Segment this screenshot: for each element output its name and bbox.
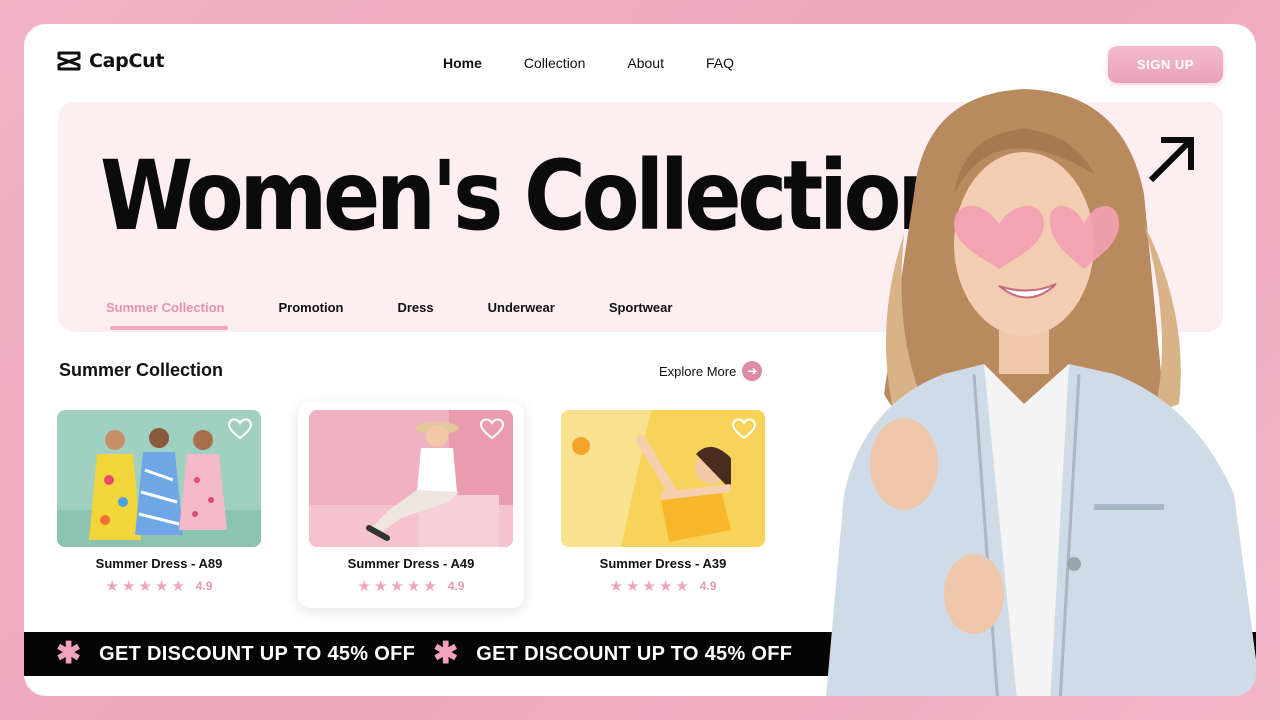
collection-tabs: Summer Collection Promotion Dress Underw… — [106, 300, 726, 330]
heart-icon[interactable] — [228, 418, 252, 440]
product-card[interactable]: Summer Dress - A89 ★ ★ ★ ★ ★ 4.9 — [46, 402, 272, 608]
page-card: CapCut Home Collection About FAQ SIGN UP… — [24, 24, 1256, 696]
rating-value: 4.9 — [195, 579, 213, 593]
product-name: Summer Dress - A89 — [95, 556, 223, 571]
discount-text: GET DISCOUNT UP TO 45% OFF — [99, 642, 416, 665]
star-icon: ★ — [171, 578, 185, 595]
product-rating: ★ ★ ★ ★ ★ 4.9 — [298, 577, 524, 595]
rating-value: 4.9 — [447, 579, 465, 593]
star-icon: ★ — [423, 578, 437, 595]
nav-collection[interactable]: Collection — [524, 55, 585, 71]
arrow-right-circle-icon: ➔ — [742, 361, 763, 381]
star-icon: ★ — [642, 578, 656, 595]
nav-home[interactable]: Home — [443, 55, 482, 71]
star-icon: ★ — [105, 578, 119, 595]
star-icon: ★ — [373, 578, 388, 595]
rating-value: 4.9 — [699, 579, 717, 593]
product-name: Summer Dress - A49 — [347, 556, 475, 571]
star-icon: ★ — [406, 578, 421, 595]
tab-dress[interactable]: Dress — [397, 300, 433, 315]
star-icon: ★ — [390, 578, 404, 595]
product-image — [57, 410, 261, 547]
tab-underwear[interactable]: Underwear — [488, 300, 555, 315]
tab-summer-collection[interactable]: Summer Collection — [106, 300, 229, 330]
star-icon: ★ — [658, 578, 673, 595]
star-icon: ★ — [138, 578, 152, 595]
star-icon: ★ — [154, 578, 169, 595]
product-image — [309, 410, 513, 547]
nav-about[interactable]: About — [627, 55, 664, 71]
tab-promotion[interactable]: Promotion — [278, 300, 343, 315]
asterisk-icon: ✱ — [433, 637, 459, 670]
star-icon: ★ — [357, 578, 371, 595]
discount-text: GET DISCOUNT UP TO 45% OFF — [476, 642, 793, 665]
capcut-logo-icon — [57, 51, 81, 71]
brand-name: CapCut — [89, 50, 165, 72]
product-image — [561, 410, 765, 547]
product-card[interactable]: Summer Dress - A39 ★ ★ ★ ★ ★ 4.9 — [550, 402, 776, 608]
product-name: Summer Dress - A39 — [599, 556, 727, 571]
star-icon: ★ — [609, 578, 623, 595]
star-icon: ★ — [121, 578, 136, 595]
explore-more-label: Explore More — [659, 363, 737, 379]
heart-icon[interactable] — [480, 418, 504, 440]
model-photo — [826, 89, 1256, 696]
nav-faq[interactable]: FAQ — [706, 55, 734, 71]
star-icon: ★ — [625, 578, 640, 595]
tab-sportwear[interactable]: Sportwear — [609, 300, 673, 315]
heart-icon[interactable] — [732, 418, 756, 440]
capcut-logo[interactable]: CapCut — [57, 50, 164, 72]
main-nav: Home Collection About FAQ — [443, 55, 776, 71]
product-card[interactable]: Summer Dress - A49 ★ ★ ★ ★ ★ 4.9 — [298, 402, 524, 608]
product-rating: ★ ★ ★ ★ ★ 4.9 — [550, 577, 776, 595]
asterisk-icon: ✱ — [56, 637, 82, 670]
star-icon: ★ — [675, 578, 689, 595]
product-rating: ★ ★ ★ ★ ★ 4.9 — [46, 577, 272, 595]
section-title: Summer Collection — [59, 360, 224, 380]
explore-more-link[interactable]: Explore More ➔ — [659, 361, 763, 381]
